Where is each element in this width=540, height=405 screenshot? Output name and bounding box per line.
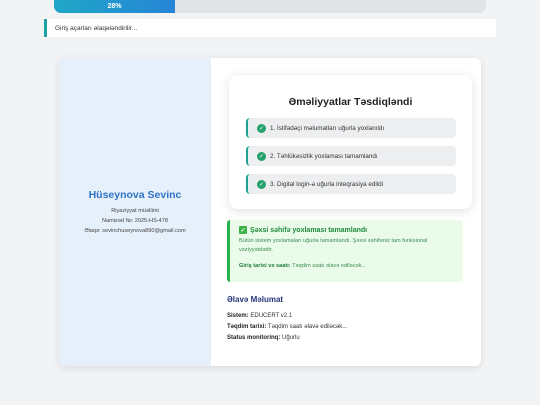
- status-row: Status monitorinq: Uğurlu: [227, 333, 347, 344]
- progress-label: 28%: [107, 3, 122, 10]
- confirmation-title: Əməliyyatlar Təsdiqləndi: [288, 96, 413, 108]
- system-label: Sistem:: [227, 313, 249, 319]
- step-label: 3. Digital login-ə uğurla inteqrasiya ed…: [270, 180, 384, 188]
- login-time-value: Təqdim saatı əlavə ediləcək...: [292, 263, 367, 269]
- step-item: ✓ 3. Digital login-ə uğurla inteqrasiya …: [246, 174, 456, 194]
- progress-bar: 28%: [54, 0, 486, 13]
- success-alert: ✓ Şəxsi səhifə yoxlaması tamamlandı Bütü…: [227, 220, 463, 282]
- profile-email: Əlaqə: sevinchuseynova890@gmail.com: [84, 227, 186, 234]
- status-label: Status monitorinq:: [227, 335, 281, 341]
- check-circle-icon: ✓: [257, 123, 266, 133]
- check-circle-icon: ✓: [257, 151, 266, 161]
- check-circle-icon: ✓: [257, 179, 266, 189]
- step-label: 2. Təhlükəsizlik yoxlaması tamamlandı: [270, 152, 378, 160]
- progress-fill: 28%: [54, 0, 175, 13]
- success-title-row: ✓ Şəxsi səhifə yoxlaması tamamlandı: [239, 226, 454, 234]
- date-value: Təqdim saatı əlavə ediləcək...: [267, 324, 348, 330]
- login-time-label: Giriş tarixi və saatı:: [239, 263, 291, 269]
- checkbox-check-icon: ✓: [239, 226, 247, 234]
- login-time-row: Giriş tarixi və saatı: Təqdim saatı əlav…: [239, 263, 454, 269]
- profile-name: Hüseynova Sevinc: [88, 188, 182, 201]
- confirmation-box: Əməliyyatlar Təsdiqləndi ✓ 1. İstifadəçi…: [229, 75, 472, 209]
- success-body: Bütün sistem yoxlamaları uğurla tamamlan…: [239, 238, 428, 253]
- status-message-text: Giriş açarları əlaqələndirilir...: [55, 24, 138, 32]
- date-label: Təqdim tarixi:: [227, 324, 267, 330]
- profile-role: Riyaziyyat müəllimi: [111, 207, 159, 214]
- details-panel: Əməliyyatlar Təsdiqləndi ✓ 1. İstifadəçi…: [211, 58, 481, 366]
- profile-candidate-no: Namizəd №: 2025-HS-478: [101, 217, 168, 224]
- system-value: EDUCERT v2.1: [250, 313, 293, 319]
- step-item: ✓ 1. İstifadəçi məlumatları uğurla yoxla…: [246, 118, 456, 138]
- status-message: Giriş açarları əlaqələndirilir...: [44, 19, 496, 37]
- extra-info: Əlavə Məlumat Sistem: EDUCERT v2.1 Təqdi…: [227, 295, 347, 344]
- date-row: Təqdim tarixi: Təqdim saatı əlavə ediləc…: [227, 322, 347, 333]
- verification-card: Hüseynova Sevinc Riyaziyyat müəllimi Nam…: [59, 58, 481, 366]
- step-item: ✓ 2. Təhlükəsizlik yoxlaması tamamlandı: [246, 146, 456, 166]
- step-label: 1. İstifadəçi məlumatları uğurla yoxlanı…: [270, 124, 385, 132]
- success-title: Şəxsi səhifə yoxlaması tamamlandı: [250, 226, 368, 234]
- extra-info-title: Əlavə Məlumat: [227, 295, 284, 304]
- profile-panel: Hüseynova Sevinc Riyaziyyat müəllimi Nam…: [59, 58, 211, 366]
- status-value: Uğurlu: [282, 335, 300, 341]
- system-row: Sistem: EDUCERT v2.1: [227, 311, 347, 322]
